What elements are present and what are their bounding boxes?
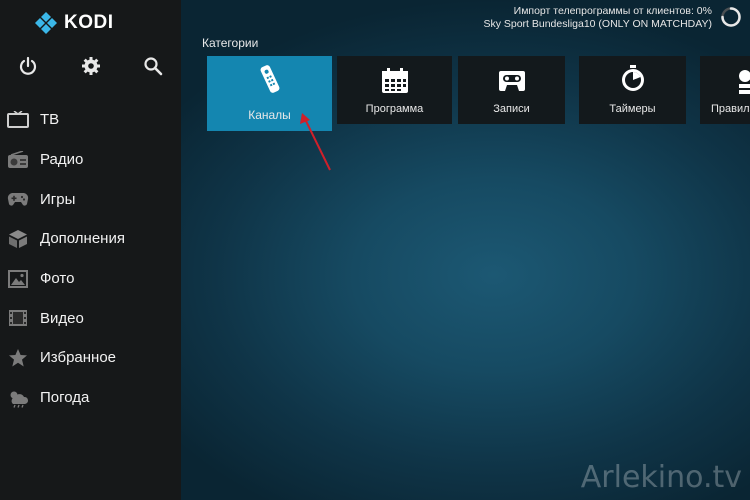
menu-item-label: ТВ [40, 111, 60, 129]
menu-item-label: Дополнения [40, 230, 125, 248]
tile-label: Записи [493, 103, 530, 115]
tile-timers[interactable]: Таймеры [579, 56, 686, 124]
menu-item-video[interactable]: Видео [0, 298, 181, 338]
menu-item-radio[interactable]: Радио [0, 140, 181, 180]
busy-spinner-icon [721, 7, 741, 27]
rules-icon [739, 70, 750, 94]
cassette-icon [498, 71, 525, 91]
star-icon [9, 348, 27, 367]
status-area: Импорт телепрограммы от клиентов: 0% Sky… [483, 5, 712, 30]
tile-recordings[interactable]: Записи [458, 56, 565, 124]
film-icon [9, 310, 27, 327]
menu-item-label: Видео [40, 309, 84, 327]
top-icon-row [0, 55, 181, 79]
menu-item-label: Радио [40, 151, 84, 169]
category-tiles: Каналы Программа Записи Таймеры Правил [207, 56, 750, 131]
main-menu: ТВ Радио Игры Дополнения Фото Видео Избр… [0, 100, 181, 418]
stopwatch-icon [621, 65, 644, 91]
search-icon[interactable] [142, 55, 164, 77]
menu-item-tv[interactable]: ТВ [0, 100, 181, 140]
menu-item-games[interactable]: Игры [0, 179, 181, 219]
tile-channels[interactable]: Каналы [207, 56, 332, 131]
addons-box-icon [9, 229, 27, 248]
kodi-logo-icon [35, 12, 57, 34]
tile-rules[interactable]: Правила [700, 56, 750, 124]
radio-icon [8, 150, 28, 168]
tile-label: Таймеры [609, 103, 656, 115]
menu-item-weather[interactable]: Погода [0, 378, 181, 418]
power-icon[interactable] [17, 55, 39, 77]
tv-icon [7, 110, 29, 128]
calendar-icon [381, 68, 408, 93]
tile-label: Программа [365, 103, 424, 115]
current-channel-status: Sky Sport Bundesliga10 (ONLY ON MATCHDAY… [483, 17, 712, 30]
weather-icon [10, 391, 29, 408]
gamepad-icon [7, 193, 29, 206]
menu-item-photo[interactable]: Фото [0, 259, 181, 299]
menu-item-addons[interactable]: Дополнения [0, 219, 181, 259]
tile-label: Правила [711, 103, 750, 115]
tile-guide[interactable]: Программа [337, 56, 452, 124]
menu-item-favourites[interactable]: Избранное [0, 338, 181, 378]
menu-item-label: Фото [40, 270, 75, 288]
epg-import-status: Импорт телепрограммы от клиентов: 0% [513, 5, 712, 17]
tile-label: Каналы [248, 108, 291, 122]
photo-icon [8, 269, 28, 288]
categories-title: Категории [202, 36, 259, 50]
remote-control-icon [260, 65, 279, 93]
watermark: Arlekino.tv [580, 460, 742, 495]
sidebar: KODI ТВ Радио Игры Дополнения Фото Видео… [0, 0, 181, 500]
menu-item-label: Игры [40, 190, 76, 208]
kodi-logo: KODI [35, 12, 114, 34]
menu-item-label: Избранное [40, 349, 117, 367]
app-name: KODI [64, 12, 114, 33]
gear-icon[interactable] [80, 55, 102, 77]
menu-item-label: Погода [40, 389, 90, 407]
